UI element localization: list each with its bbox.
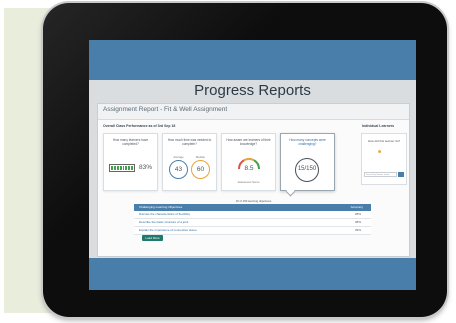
objectives-table: Challenging Learning Objectives Accuracy…: [134, 204, 371, 235]
individual-learners-label: Individual Learners: [362, 124, 395, 128]
stat-card-challenging[interactable]: How many concepts were challenging? 15/1…: [280, 133, 335, 191]
card-header: Assignment Report - Fit & Well Assignmen…: [98, 104, 409, 120]
bottom-bar: [89, 258, 416, 290]
accuracy-value: 38%: [354, 220, 361, 224]
objective-link[interactable]: Explain the importance of connective tis…: [139, 227, 197, 234]
table-row[interactable]: Explain the importance of connective tis…: [134, 227, 371, 235]
assignment-report-card: Assignment Report - Fit & Well Assignmen…: [97, 103, 410, 257]
awareness-caption: Awareness Score: [237, 180, 260, 184]
stat-card-awareness[interactable]: How aware are learners of their knowledg…: [221, 133, 276, 191]
accuracy-value: 28%: [354, 212, 361, 216]
objective-column-header: Challenging Learning Objectives: [139, 205, 183, 209]
tablet-screen: Progress Reports Assignment Report - Fit…: [89, 40, 416, 290]
assignment-title: Assignment Report - Fit & Well Assignmen…: [103, 106, 228, 113]
accuracy-value: 39%: [354, 228, 361, 232]
performance-label: Overall Class Performance as of 3rd Sep …: [103, 124, 176, 128]
stat-card-time[interactable]: How much time was needed to complete? Av…: [162, 133, 217, 191]
stat-question: How many concepts were challenging?: [289, 138, 326, 146]
load-more-button[interactable]: Load More: [142, 235, 163, 241]
table-row[interactable]: Describe the basic structure of a joint …: [134, 219, 371, 227]
objective-link[interactable]: Describe the basic structure of a joint: [139, 219, 188, 226]
page-title: Progress Reports: [194, 82, 311, 99]
table-row[interactable]: Discuss the characteristics of flexibili…: [134, 211, 371, 219]
challenging-value: 15/150: [295, 158, 319, 182]
table-caption: 15 of 150 learning objectives: [235, 199, 272, 203]
search-icon[interactable]: [398, 172, 404, 177]
stat-question: How many learners have completed?: [112, 138, 149, 146]
battery-icon: [109, 164, 135, 172]
search-input[interactable]: Search by learner name: [364, 172, 397, 177]
top-bar: [89, 40, 416, 80]
median-label: Median: [195, 155, 206, 159]
stat-card-completion[interactable]: How many learners have completed? 83%: [103, 133, 158, 191]
objective-link[interactable]: Discuss the characteristics of flexibili…: [139, 211, 190, 218]
learner-question: How did this learner do?: [367, 139, 401, 143]
table-header: Challenging Learning Objectives Accuracy: [134, 204, 371, 211]
completion-value: 83%: [139, 164, 153, 171]
average-label: Average: [173, 155, 184, 159]
average-time-value: 43: [169, 160, 188, 179]
emoji-icon: ☻: [377, 149, 383, 155]
accuracy-column-header: Accuracy: [350, 205, 363, 209]
stat-question: How aware are learners of their knowledg…: [226, 138, 271, 146]
awareness-value: 8.5: [244, 165, 254, 172]
learner-lookup-card: How did this learner do? ☻ Search by lea…: [361, 133, 407, 185]
stat-question: How much time was needed to complete?: [167, 138, 212, 146]
median-time-value: 60: [191, 160, 210, 179]
